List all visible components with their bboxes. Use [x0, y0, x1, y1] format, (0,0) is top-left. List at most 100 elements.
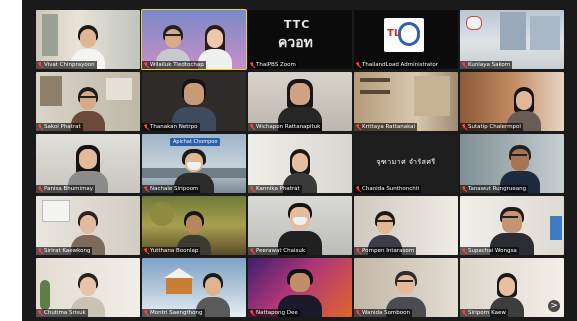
participant-name: Yutthana Boonlap [150, 248, 199, 254]
microphone-muted-icon [37, 310, 43, 316]
participant-video-tile-active-speaker[interactable]: Wilailuk Tiedtochap [141, 9, 247, 70]
participant-name: Siriporn Kaew [468, 310, 506, 316]
next-page-button[interactable]: > [548, 300, 560, 312]
participant-name-bar: Nattapong Dee [248, 309, 300, 317]
participant-name: Panisa Bhumimay [44, 186, 94, 192]
participant-name-bar: Sirirat Kaewkong [36, 247, 93, 255]
participant-name-bar: Chutima Srisuk [36, 309, 88, 317]
participant-video-tile[interactable]: Wichapon Rattanapituk [248, 72, 352, 131]
participant-name: Krittaya Rattanakai [362, 124, 416, 130]
thaipbs-logo-word: ควอท [278, 35, 313, 51]
participant-name-bar: Supachai Wongsa [460, 247, 519, 255]
participant-video-tile[interactable]: Wanida Somboon [354, 258, 458, 317]
participant-video-tile[interactable]: จุฑามาศ จำรัสศรี Chanida Sunthonchit [354, 134, 458, 193]
participant-name: Nattapong Dee [256, 310, 298, 316]
microphone-muted-icon [461, 310, 467, 316]
microphone-muted-icon [37, 62, 43, 68]
participant-name: Sakol Phatrat [44, 124, 81, 130]
microphone-muted-icon [355, 186, 361, 192]
participant-video-tile[interactable]: Chutima Srisuk [36, 258, 140, 317]
microphone-muted-icon [249, 186, 255, 192]
participant-name-bar: Sutatip Chalermpol [460, 123, 523, 131]
participant-video-tile[interactable]: Tanawut Rungrueang [460, 134, 564, 193]
participant-video-tile[interactable]: TL ThailandLoad Administrator [354, 10, 458, 69]
microphone-muted-icon [461, 248, 467, 254]
participant-video-tile[interactable]: Siriporn Kaew > [460, 258, 564, 317]
microphone-muted-icon [355, 310, 361, 316]
participant-name: Kannika Phatrat [256, 186, 300, 192]
participant-name: ThailandLoad Administrator [362, 62, 439, 68]
microphone-muted-icon [143, 62, 149, 68]
microphone-muted-icon [355, 248, 361, 254]
microphone-muted-icon [461, 124, 467, 130]
microphone-muted-icon [143, 310, 149, 316]
participant-video-tile[interactable]: Nattapong Dee [248, 258, 352, 317]
participant-video-tile[interactable]: Peerawat Chaisuk [248, 196, 352, 255]
participant-name: Tanawut Rungrueang [468, 186, 527, 192]
microphone-muted-icon [249, 124, 255, 130]
participant-name: Montri Saengthong [150, 310, 203, 316]
participant-video-tile[interactable]: Sakol Phatrat [36, 72, 140, 131]
participant-video-tile[interactable]: Sutatip Chalermpol [460, 72, 564, 131]
participant-name: Chanida Sunthonchit [362, 186, 420, 192]
participant-video-tile[interactable]: Kunlaya Sakorn [460, 10, 564, 69]
participant-name: Wilailuk Tiedtochap [150, 62, 204, 68]
participant-video-tile[interactable]: Montri Saengthong [142, 258, 246, 317]
participant-video-tile[interactable]: Krittaya Rattanakai [354, 72, 458, 131]
microphone-muted-icon [249, 62, 255, 68]
participant-name: Nachale Siripoom [150, 186, 199, 192]
participant-name-bar: Kunlaya Sakorn [460, 61, 513, 69]
participant-name: Peerawat Chaisuk [256, 248, 306, 254]
participant-name-bar: Kannika Phatrat [248, 185, 302, 193]
participant-name-bar: Thanakan Netrpo [142, 123, 200, 131]
participant-video-tile[interactable]: Apichat Chompoo Nachale Siripoom [142, 134, 246, 193]
participant-name-bar: Chanida Sunthonchit [354, 185, 422, 193]
microphone-muted-icon [249, 248, 255, 254]
participant-name: Supachai Wongsa [468, 248, 517, 254]
participant-name-bar: Tanawut Rungrueang [460, 185, 529, 193]
participant-tag: Apichat Chompoo [170, 138, 221, 146]
participant-display-name-caption: จุฑามาศ จำรัสศรี [376, 158, 436, 166]
participant-name: Vivat Chinprayoon [44, 62, 95, 68]
participant-video-tile[interactable]: Sirirat Kaewkong [36, 196, 140, 255]
participant-name-bar: Wichapon Rattanapituk [248, 123, 323, 131]
zoom-gallery-window: Vivat Chinprayoon Wilailuk Tiedtochap TT… [22, 0, 577, 321]
participant-name: Sutatip Chalermpol [468, 124, 521, 130]
participant-name-bar: Panisa Bhumimay [36, 185, 96, 193]
participant-name: ThaiPBS Zoom [256, 62, 296, 68]
participant-name: Chutima Srisuk [44, 310, 86, 316]
participant-name-bar: Peerawat Chaisuk [248, 247, 308, 255]
participant-name: Kunlaya Sakorn [468, 62, 511, 68]
microphone-muted-icon [143, 186, 149, 192]
participant-video-tile[interactable]: Panisa Bhumimay [36, 134, 140, 193]
participant-video-tile[interactable]: Thanakan Netrpo [142, 72, 246, 131]
participant-name-bar: Vivat Chinprayoon [36, 61, 97, 69]
microphone-muted-icon [37, 248, 43, 254]
participant-name: Wanida Somboon [362, 310, 411, 316]
participant-name-bar: Wilailuk Tiedtochap [142, 61, 206, 69]
microphone-muted-icon [249, 310, 255, 316]
video-gallery-grid: Vivat Chinprayoon Wilailuk Tiedtochap TT… [36, 9, 566, 321]
microphone-muted-icon [355, 124, 361, 130]
participant-video-tile[interactable]: Kannika Phatrat [248, 134, 352, 193]
participant-video-tile[interactable]: Yutthana Boonlap [142, 196, 246, 255]
participant-name-bar: Yutthana Boonlap [142, 247, 201, 255]
participant-name-bar: Krittaya Rattanakai [354, 123, 418, 131]
participant-name-bar: Sakol Phatrat [36, 123, 83, 131]
participant-name-bar: Pornpen Intarasorn [354, 247, 417, 255]
participant-name: Thanakan Netrpo [150, 124, 198, 130]
thaipbs-logo-mark: TTC [284, 18, 311, 31]
participant-name: Sirirat Kaewkong [44, 248, 91, 254]
participant-name-bar: Nachale Siripoom [142, 185, 201, 193]
participant-name: Pornpen Intarasorn [362, 248, 415, 254]
participant-video-tile[interactable]: Vivat Chinprayoon [36, 10, 140, 69]
microphone-muted-icon [355, 62, 361, 68]
participant-video-tile[interactable]: Supachai Wongsa [460, 196, 564, 255]
participant-video-tile[interactable]: Pornpen Intarasorn [354, 196, 458, 255]
participant-name-bar: Wanida Somboon [354, 309, 413, 317]
participant-video-tile[interactable]: TTC ควอท ThaiPBS Zoom [248, 10, 352, 69]
participant-name-bar: Montri Saengthong [142, 309, 205, 317]
microphone-muted-icon [37, 124, 43, 130]
participant-name-bar: ThailandLoad Administrator [354, 61, 441, 69]
microphone-muted-icon [37, 186, 43, 192]
